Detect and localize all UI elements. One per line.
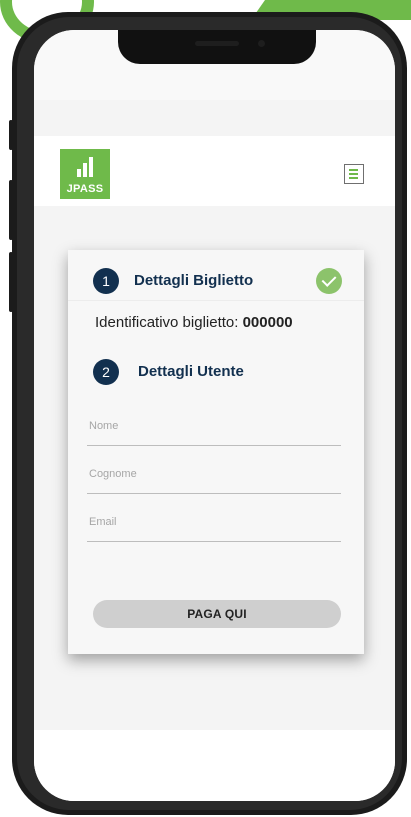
logo-text: JPASS <box>66 183 104 195</box>
jpass-logo[interactable]: JPASS <box>60 149 110 199</box>
email-field[interactable] <box>87 511 341 542</box>
step-1-title[interactable]: Dettagli Biglietto <box>134 272 253 289</box>
step-divider <box>68 300 364 301</box>
step-2-number: 2 <box>93 359 119 385</box>
pay-button[interactable]: PAGA QUI <box>93 600 341 628</box>
ticket-identifier: Identificativo biglietto: 000000 <box>95 314 293 331</box>
hamburger-menu-icon[interactable] <box>344 164 364 184</box>
booking-card: 1 Dettagli Biglietto Identificativo bigl… <box>68 250 364 654</box>
surname-field[interactable] <box>87 463 341 494</box>
ticket-identifier-value: 000000 <box>242 314 293 331</box>
footer-area <box>34 730 395 801</box>
email-input[interactable] <box>89 516 329 528</box>
phone-notch <box>118 30 316 64</box>
app-header: JPASS <box>34 136 395 206</box>
logo-bars-icon <box>77 155 97 177</box>
step-2-title[interactable]: Dettagli Utente <box>138 363 244 380</box>
check-icon <box>316 268 342 294</box>
surname-input[interactable] <box>89 468 329 480</box>
front-camera <box>258 40 265 47</box>
name-field[interactable] <box>87 415 341 446</box>
phone-screen: JPASS 1 Dettagli Biglietto Identificativ… <box>34 30 395 801</box>
name-input[interactable] <box>89 420 329 432</box>
speaker-grille <box>195 41 239 46</box>
ticket-identifier-label: Identificativo biglietto: <box>95 314 243 331</box>
step-1-number: 1 <box>93 268 119 294</box>
